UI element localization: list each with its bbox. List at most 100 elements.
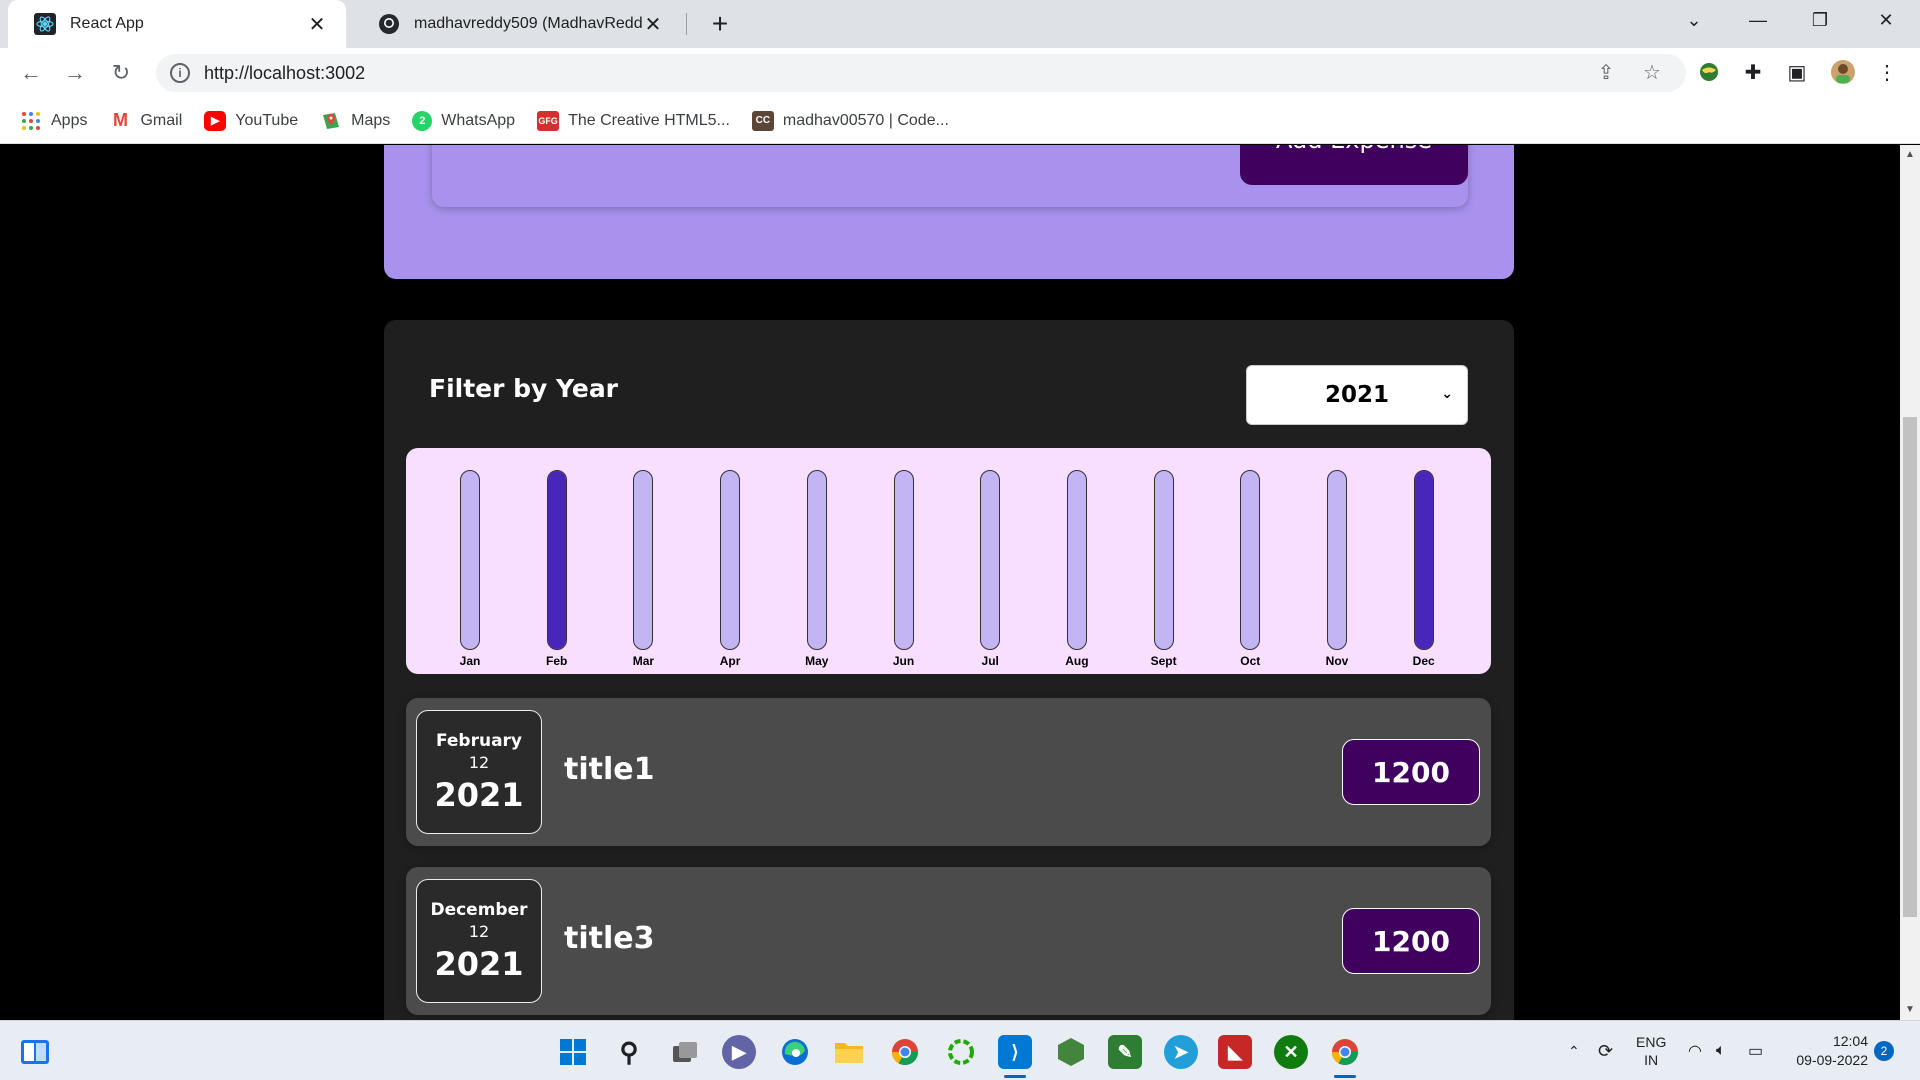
nodejs-icon[interactable] xyxy=(1054,1035,1088,1069)
expense-date: February 12 2021 xyxy=(416,710,542,834)
clock-time: 12:04 xyxy=(1832,1033,1868,1049)
bookmark-label: Maps xyxy=(351,111,391,129)
address-bar[interactable]: i http://localhost:3002 xyxy=(156,54,1686,92)
profile-avatar[interactable] xyxy=(1828,57,1858,87)
tab-separator xyxy=(686,13,687,35)
bar-label: Mar xyxy=(632,654,655,668)
xbox-icon[interactable]: ✕ xyxy=(1274,1035,1308,1069)
bar-track xyxy=(980,470,1001,650)
expense-date: December 12 2021 xyxy=(416,879,542,1003)
add-expense-label: Add Expense xyxy=(1276,145,1432,154)
edge-icon[interactable] xyxy=(778,1035,812,1069)
page-scrollbar[interactable]: ▲ ▼ xyxy=(1900,145,1920,1020)
extension-globe-icon[interactable] xyxy=(1694,57,1724,87)
bookmark-maps[interactable]: Maps xyxy=(320,111,390,131)
menu-kebab-icon[interactable]: ⋮ xyxy=(1872,57,1902,87)
bar-label: Jul xyxy=(981,654,999,668)
battery-icon[interactable]: ▭ xyxy=(1748,1021,1763,1080)
volume-icon[interactable]: 🔈︎ xyxy=(1716,1021,1726,1080)
wifi-icon[interactable]: ◠ xyxy=(1688,1021,1702,1080)
site-info-icon[interactable]: i xyxy=(170,63,190,83)
vscode-icon[interactable]: ⟩ xyxy=(998,1035,1032,1069)
bar-fill xyxy=(547,471,566,649)
windows-taskbar: ⚲ ▶ ⟩ ✎ ➤ ◣ ✕ ⌃ ⟳ ENG IN ◠ 🔈︎ ▭ 12:04 09… xyxy=(0,1020,1920,1080)
expense-item[interactable]: December 12 2021 title3 1200 xyxy=(406,867,1491,1015)
tab-search-icon[interactable]: ⌄ xyxy=(1666,0,1722,40)
expenses-card: Filter by Year 2021 ⌄ Jan Feb Mar Apr May Jun… xyxy=(384,320,1514,1020)
close-window-icon[interactable]: ✕ xyxy=(1858,0,1914,40)
bookmark-codechef[interactable]: CC madhav00570 | Code... xyxy=(751,110,949,131)
bar-track xyxy=(1413,470,1434,650)
whatsapp-icon: 2 xyxy=(412,110,433,131)
side-panel-icon[interactable]: ▣ xyxy=(1782,57,1812,87)
file-explorer-icon[interactable] xyxy=(832,1035,866,1069)
chart-bar-may: May xyxy=(787,470,847,670)
bar-label: Jun xyxy=(892,654,915,668)
sync-icon[interactable]: ⟳ xyxy=(1598,1021,1613,1080)
scroll-down-icon[interactable]: ▼ xyxy=(1900,1000,1920,1020)
notification-badge[interactable]: 2 xyxy=(1874,1021,1894,1080)
back-icon[interactable]: ← xyxy=(14,56,48,90)
chart-bar-feb: Feb xyxy=(527,470,587,670)
chrome-icon[interactable] xyxy=(888,1035,922,1069)
bar-label: Aug xyxy=(1065,654,1089,668)
restore-icon[interactable]: ❐ xyxy=(1792,0,1848,40)
widgets-icon[interactable] xyxy=(18,1035,52,1069)
bar-label: Apr xyxy=(719,654,741,668)
gmail-icon: M xyxy=(112,110,128,130)
close-tab-icon[interactable]: ✕ xyxy=(306,12,328,37)
apps-grid-icon xyxy=(20,111,42,131)
year-filter-select[interactable]: 2021 ⌄ xyxy=(1246,365,1468,425)
loading-app-icon[interactable] xyxy=(944,1035,978,1069)
expense-item[interactable]: February 12 2021 title1 1200 xyxy=(406,698,1491,846)
chart-bar-sept: Sept xyxy=(1134,470,1194,670)
expenses-chart: Jan Feb Mar Apr May Jun Jul Aug Sept Oct Nov Dec xyxy=(406,448,1491,674)
bookmark-star-icon[interactable]: ☆ xyxy=(1636,56,1668,88)
photos-icon[interactable]: ✎ xyxy=(1108,1035,1142,1069)
search-icon[interactable]: ⚲ xyxy=(612,1035,646,1069)
bookmark-whatsapp[interactable]: 2 WhatsApp xyxy=(412,110,516,131)
share-icon[interactable]: ⇪ xyxy=(1590,56,1622,88)
active-indicator xyxy=(1334,1075,1356,1078)
reload-icon[interactable]: ↻ xyxy=(104,56,138,90)
forward-icon[interactable]: → xyxy=(58,56,92,90)
chart-bar-jan: Jan xyxy=(440,470,500,670)
bookmark-apps[interactable]: Apps xyxy=(20,111,87,131)
add-expense-button[interactable]: Add Expense xyxy=(1240,145,1468,185)
bar-label: May xyxy=(805,654,829,668)
tab-title: React App xyxy=(70,15,144,32)
expense-month: December xyxy=(430,899,528,920)
task-view-icon[interactable] xyxy=(668,1035,702,1069)
bookmark-label: WhatsApp xyxy=(441,111,516,129)
bar-label: Oct xyxy=(1240,654,1261,668)
tab-title: madhavreddy509 (MadhavReddy) xyxy=(414,15,642,32)
tray-chevron-icon[interactable]: ⌃ xyxy=(1568,1021,1580,1080)
chrome-profile-icon[interactable] xyxy=(1328,1035,1362,1069)
teams-chat-icon[interactable]: ▶ xyxy=(722,1035,756,1069)
gfg-icon: GFG xyxy=(537,110,560,131)
new-tab-button[interactable]: + xyxy=(704,8,736,40)
bar-track xyxy=(806,470,827,650)
active-indicator xyxy=(1004,1075,1026,1078)
chart-bar-nov: Nov xyxy=(1307,470,1367,670)
start-icon[interactable] xyxy=(556,1035,590,1069)
bookmark-gfg[interactable]: GFG The Creative HTML5... xyxy=(537,110,730,131)
tab-github[interactable]: madhavreddy509 (MadhavReddy) ✕ xyxy=(352,0,682,48)
bookmark-youtube[interactable]: ▶ YouTube xyxy=(204,110,298,131)
expense-month: February xyxy=(435,730,523,751)
language-indicator[interactable]: ENG IN xyxy=(1636,1021,1666,1080)
tab-react-app[interactable]: React App ✕ xyxy=(8,0,346,48)
telegram-icon[interactable]: ➤ xyxy=(1164,1035,1198,1069)
clock[interactable]: 12:04 09-09-2022 xyxy=(1786,1021,1868,1080)
chart-bar-jul: Jul xyxy=(960,470,1020,670)
game-app-icon[interactable]: ◣ xyxy=(1218,1035,1252,1069)
bookmarks-bar: Apps M Gmail ▶ YouTube Maps 2 WhatsApp G… xyxy=(0,98,1920,144)
extensions-puzzle-icon[interactable]: ✚ xyxy=(1738,57,1768,87)
bar-track xyxy=(633,470,654,650)
bar-track xyxy=(893,470,914,650)
scroll-up-icon[interactable]: ▲ xyxy=(1900,145,1920,165)
bookmark-gmail[interactable]: M Gmail xyxy=(109,110,182,131)
close-tab-icon[interactable]: ✕ xyxy=(642,12,664,37)
scrollbar-thumb[interactable] xyxy=(1903,417,1917,917)
minimize-icon[interactable]: — xyxy=(1730,0,1786,40)
